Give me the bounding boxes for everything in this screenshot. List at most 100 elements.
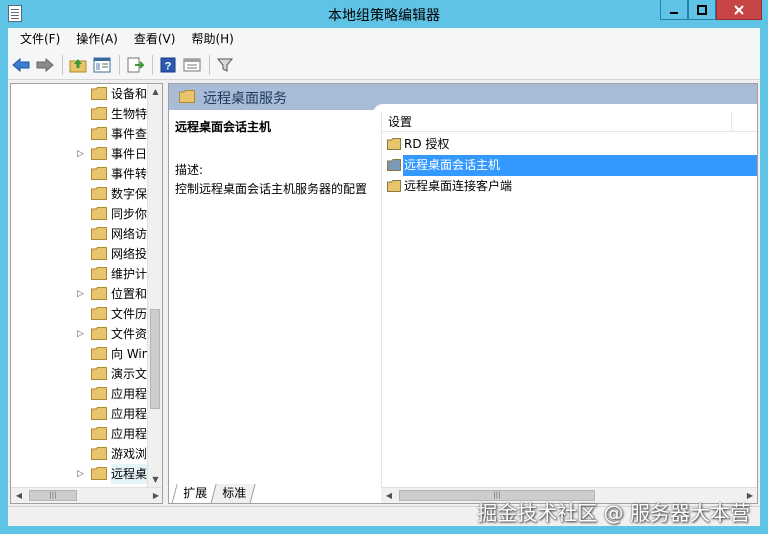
list-item-label: RD 授权: [404, 137, 450, 151]
tree-item-label: 网络投: [111, 247, 148, 261]
tree-item[interactable]: 生物特: [11, 104, 149, 124]
scroll-left-arrow-icon[interactable]: ◀: [11, 488, 27, 503]
tree-item[interactable]: 文件历: [11, 304, 149, 324]
toolbar-separator: [209, 54, 210, 75]
scroll-left-arrow-icon[interactable]: ◀: [381, 488, 397, 503]
tree-item[interactable]: 向 Win: [11, 344, 149, 364]
tree-item[interactable]: 同步你: [11, 204, 149, 224]
tree-item[interactable]: 应用程: [11, 424, 149, 444]
tree-item-label: 文件历: [111, 307, 148, 321]
tree-item[interactable]: ▷ 远程桌: [11, 464, 149, 484]
tree-item[interactable]: 网络访: [11, 224, 149, 244]
tree-item[interactable]: 事件查: [11, 124, 149, 144]
folder-icon: [91, 327, 107, 340]
tree-item[interactable]: ▷ 事件日: [11, 144, 149, 164]
folder-icon: [91, 427, 107, 440]
tree-item-label: 游戏浏: [111, 447, 148, 461]
folder-icon: [91, 467, 107, 480]
svg-text:?: ?: [165, 60, 172, 72]
tree-item[interactable]: 游戏浏: [11, 444, 149, 464]
tree-list: 设备和 生物特 事件查 ▷ 事件日 事件转 数字保 同步你 网络访 网络投 维护计 ▷ 位置和 文件历 ▷ 文…: [11, 84, 149, 488]
tree-vertical-scroll-thumb[interactable]: [150, 309, 160, 409]
tree-item-label: 位置和: [111, 287, 148, 301]
maximize-icon: [697, 4, 707, 15]
tree-item[interactable]: ▷ 文件资: [11, 324, 149, 344]
tree-pane: 设备和 生物特 事件查 ▷ 事件日 事件转 数字保 同步你 网络访 网络投 维护计 ▷ 位置和 文件历 ▷ 文…: [10, 83, 163, 504]
folder-icon: [387, 159, 401, 171]
client-area: 文件(F) 操作(A) 查看(V) 帮助(H) ? 设备和 生物特 事件查 ▷ …: [8, 28, 760, 526]
properties-button[interactable]: [181, 54, 203, 76]
expand-arrow-icon[interactable]: ▷: [77, 464, 87, 484]
tree-item[interactable]: 网络投: [11, 244, 149, 264]
folder-icon: [91, 107, 107, 120]
tree-item-label: 网络访: [111, 227, 148, 241]
folder-icon: [387, 138, 401, 150]
status-bar: 掘金技术社区 @ 服务器大本营: [8, 501, 760, 526]
tab-extended-label: 扩展: [183, 486, 208, 500]
list-rows: RD 授权远程桌面会话主机 远程桌面连接客户端: [382, 134, 757, 197]
folder-icon: [91, 147, 107, 160]
expand-arrow-icon[interactable]: ▷: [77, 284, 87, 304]
tree-item[interactable]: 事件转: [11, 164, 149, 184]
tree-item[interactable]: 维护计: [11, 264, 149, 284]
folder-icon: [91, 407, 107, 420]
minimize-button[interactable]: [660, 0, 688, 20]
help-button[interactable]: ?: [157, 54, 179, 76]
maximize-button[interactable]: [688, 0, 716, 20]
menu-view[interactable]: 查看(V): [126, 28, 184, 50]
tree-horizontal-scrollbar[interactable]: ◀ ||| ▶: [11, 487, 162, 503]
show-hide-tree-button[interactable]: [91, 54, 113, 76]
tree-item-label: 生物特: [111, 107, 148, 121]
scroll-right-arrow-icon[interactable]: ▶: [148, 488, 162, 503]
title-bar[interactable]: 本地组策略编辑器: [0, 0, 768, 28]
folder-icon: [91, 127, 107, 140]
toolbar-separator: [152, 54, 153, 75]
up-folder-button[interactable]: [67, 54, 89, 76]
expand-arrow-icon[interactable]: ▷: [77, 324, 87, 344]
folder-icon: [91, 207, 107, 220]
tree-item[interactable]: 演示文: [11, 364, 149, 384]
folder-icon: [91, 227, 107, 240]
tab-standard-label: 标准: [222, 486, 247, 500]
tree-item-label: 应用程: [111, 407, 148, 421]
tree-item[interactable]: 应用程: [11, 404, 149, 424]
folder-icon: [91, 367, 107, 380]
tree-item[interactable]: ▷ 位置和: [11, 284, 149, 304]
filter-button[interactable]: [214, 54, 236, 76]
tree-item[interactable]: 应用程: [11, 384, 149, 404]
tree-item-label: 事件日: [111, 147, 148, 161]
folder-icon: [91, 447, 107, 460]
menu-action[interactable]: 操作(A): [68, 28, 126, 50]
tree-item[interactable]: 数字保: [11, 184, 149, 204]
back-button[interactable]: [10, 54, 32, 76]
list-header: 设置: [382, 112, 757, 132]
list-item[interactable]: RD 授权: [382, 134, 757, 155]
tree-item-label: 应用程: [111, 387, 148, 401]
tree-item-label: 数字保: [111, 187, 148, 201]
close-icon: [734, 4, 744, 15]
forward-icon: [36, 57, 54, 72]
tree-horizontal-scroll-thumb[interactable]: |||: [29, 490, 77, 501]
up-folder-icon: [69, 58, 87, 72]
menu-file[interactable]: 文件(F): [12, 28, 68, 50]
details-header: 远程桌面服务: [169, 84, 757, 114]
scroll-down-arrow-icon[interactable]: ▼: [148, 472, 162, 488]
close-button[interactable]: [716, 0, 762, 20]
expand-arrow-icon[interactable]: ▷: [77, 144, 87, 164]
folder-icon: [179, 90, 195, 103]
tree-item[interactable]: 设备和: [11, 84, 149, 104]
settings-list: 设置 RD 授权远程桌面会话主机 远程桌面连接客户端: [381, 112, 757, 487]
column-header-settings[interactable]: 设置: [382, 112, 732, 131]
list-item[interactable]: 远程桌面会话主机: [382, 155, 757, 176]
export-list-button[interactable]: [124, 54, 146, 76]
window-controls: [660, 0, 762, 20]
details-header-title: 远程桌面服务: [203, 91, 287, 107]
menu-help[interactable]: 帮助(H): [183, 28, 241, 50]
properties-icon: [183, 58, 201, 71]
scroll-up-arrow-icon[interactable]: ▲: [148, 84, 162, 100]
details-pane: 远程桌面服务 远程桌面会话主机 描述: 控制远程桌面会话主机服务器的配置 设置 …: [168, 83, 758, 504]
tree-vertical-scrollbar[interactable]: ▲ ▼: [147, 84, 162, 488]
tab-standard[interactable]: 标准: [210, 484, 256, 504]
list-item[interactable]: 远程桌面连接客户端: [382, 176, 757, 197]
forward-button[interactable]: [34, 54, 56, 76]
